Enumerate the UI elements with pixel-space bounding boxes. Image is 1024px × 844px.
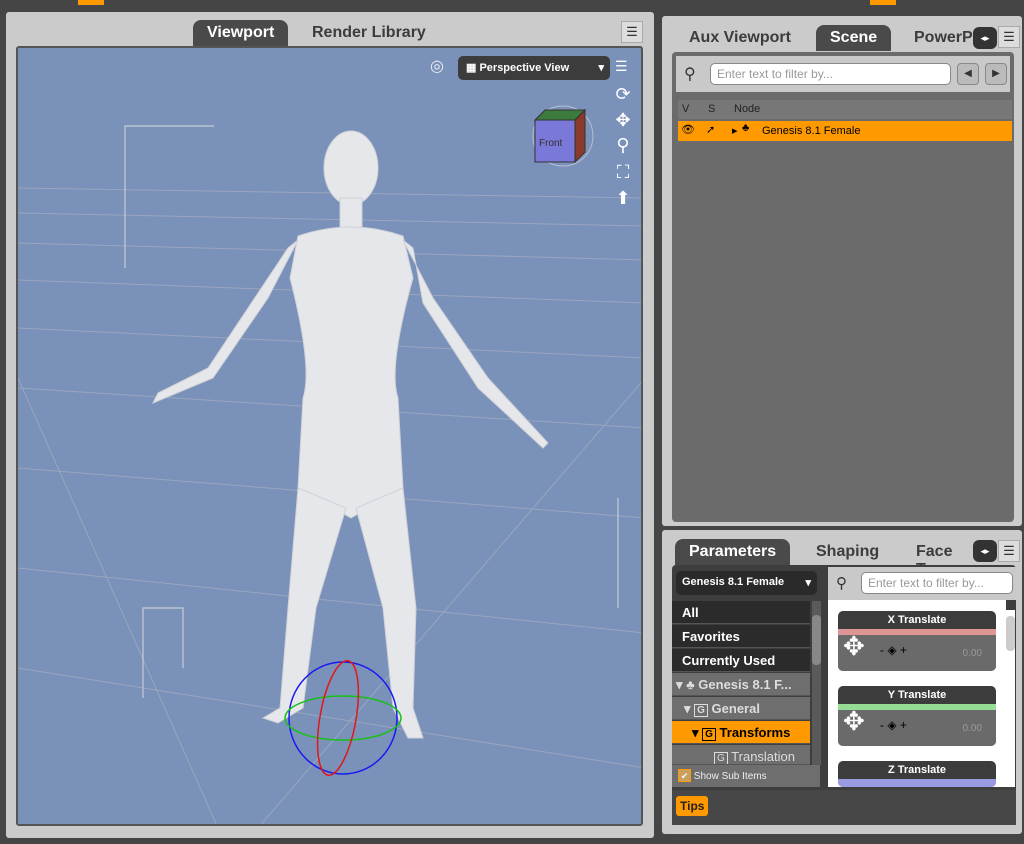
show-sub-items-label: Show Sub Items (693, 771, 767, 782)
show-sub-items[interactable]: ✔ Show Sub Items (672, 765, 820, 787)
figure-select[interactable]: Genesis 8.1 Female ▾ (676, 571, 817, 595)
param-value[interactable]: 0.00 (963, 723, 982, 734)
toolbar-accent (870, 0, 896, 5)
expand-arrow-icon[interactable]: ▸ (732, 124, 738, 137)
tree-genesis-label: Genesis 8.1 F... (698, 677, 792, 692)
prev-button[interactable]: ◀ (957, 63, 979, 85)
search-icon: ⚲ (836, 575, 847, 592)
viewport-3d[interactable]: Front ▦ Perspective View ▾ ◎ ☰ (16, 46, 643, 826)
chevron-down-icon: ▾ (805, 577, 811, 589)
figure-genesis-8-1-female (151, 130, 549, 739)
pane-menu-icon[interactable]: ☰ (998, 540, 1020, 562)
param-slider[interactable]: - ◈ + (880, 718, 907, 732)
move-icon: ✥ (843, 631, 865, 661)
frame-icon[interactable]: ⛶ (611, 162, 635, 183)
scene-header: V S Node (678, 100, 1012, 119)
category-all[interactable]: All (672, 601, 810, 624)
node-label: Genesis 8.1 Female (762, 125, 861, 137)
tree-translation-label: Translation (731, 749, 795, 764)
tips-button[interactable]: Tips (676, 796, 709, 816)
col-visible[interactable]: V (682, 103, 689, 115)
draw-style-icon[interactable]: ◎ (430, 56, 444, 76)
group-icon: G (714, 752, 728, 764)
tab-scroll-arrows[interactable]: ◂▸ (973, 27, 997, 49)
reset-icon[interactable]: ⬆ (611, 188, 635, 209)
param-y-translate[interactable]: Y Translate ✥ - ◈ + 0.00 (838, 686, 996, 746)
tab-viewport[interactable]: Viewport (193, 20, 289, 46)
zoom-icon[interactable]: ⚲ (611, 135, 635, 156)
tree-general[interactable]: ▾ G General (672, 697, 810, 720)
group-icon: G (694, 704, 708, 717)
view-cube[interactable]: Front (532, 105, 594, 167)
pane-menu-icon[interactable]: ☰ (998, 26, 1020, 48)
scene-row[interactable]: 👁 ➚ ▸ ♣ Genesis 8.1 Female (678, 121, 1012, 141)
viewport-scene: Front (18, 105, 641, 824)
camera-select[interactable]: ▦ Perspective View ▾ (458, 56, 610, 80)
tree-genesis[interactable]: ▾ ♣ Genesis 8.1 F... (672, 673, 810, 696)
chevron-down-icon: ▾ (598, 62, 604, 74)
tab-powerpose[interactable]: PowerP (900, 25, 978, 51)
toolbar-accent (78, 0, 104, 5)
tab-face-transfer[interactable]: Face Tr (902, 539, 978, 565)
category-currently-used[interactable]: Currently Used (672, 649, 810, 672)
scene-filter-input[interactable]: Enter text to filter by... (710, 63, 951, 85)
tree-translation[interactable]: G Translation (672, 745, 810, 765)
tab-parameters[interactable]: Parameters (675, 539, 791, 565)
orbit-icon[interactable]: ⟳ (611, 84, 635, 105)
layout-icon: ▦ (466, 62, 480, 74)
move-icon: ✥ (843, 706, 865, 736)
search-icon: ⚲ (684, 66, 696, 83)
group-icon: G (702, 728, 716, 741)
param-label: X Translate (887, 614, 947, 626)
param-label: Z Translate (887, 764, 947, 776)
pan-icon[interactable]: ✥ (611, 110, 635, 131)
show-sub-items-checkbox[interactable]: ✔ (678, 769, 691, 782)
view-cube-label: Front (539, 138, 563, 149)
pane-menu-icon[interactable]: ☰ (621, 21, 643, 43)
camera-label: Perspective View (479, 62, 570, 74)
figure-select-label: Genesis 8.1 Female (682, 576, 785, 588)
tab-render-library[interactable]: Render Library (298, 20, 440, 46)
category-favorites[interactable]: Favorites (672, 625, 810, 648)
tab-aux-viewport[interactable]: Aux Viewport (675, 25, 805, 51)
param-z-translate[interactable]: Z Translate (838, 761, 996, 787)
params-scrollbar[interactable] (1006, 610, 1015, 787)
col-node[interactable]: Node (734, 103, 760, 115)
select-cursor-icon[interactable]: ➚ (706, 123, 715, 136)
param-slider[interactable]: - ◈ + (880, 643, 907, 657)
tab-scene[interactable]: Scene (816, 25, 892, 51)
tips-bar (672, 790, 1016, 825)
tree-general-label: General (711, 701, 760, 716)
col-selectable[interactable]: S (708, 103, 715, 115)
param-label: Y Translate (887, 689, 947, 701)
viewport-menu-icon[interactable]: ☰ (615, 58, 628, 75)
param-x-translate[interactable]: X Translate ✥ - ◈ + 0.00 (838, 611, 996, 671)
eye-icon[interactable]: 👁 (681, 123, 695, 136)
tab-shaping[interactable]: Shaping (802, 539, 893, 565)
params-filter-input[interactable]: Enter text to filter by... (861, 572, 1013, 594)
tree-transforms[interactable]: ▾ G Transforms (672, 721, 810, 744)
tree-transforms-label: Transforms (719, 725, 791, 740)
figure-icon: ♣ (742, 122, 750, 134)
param-value[interactable]: 0.00 (963, 648, 982, 659)
next-button[interactable]: ▶ (985, 63, 1007, 85)
tab-scroll-arrows[interactable]: ◂▸ (973, 540, 997, 562)
category-scrollbar[interactable] (812, 601, 821, 765)
